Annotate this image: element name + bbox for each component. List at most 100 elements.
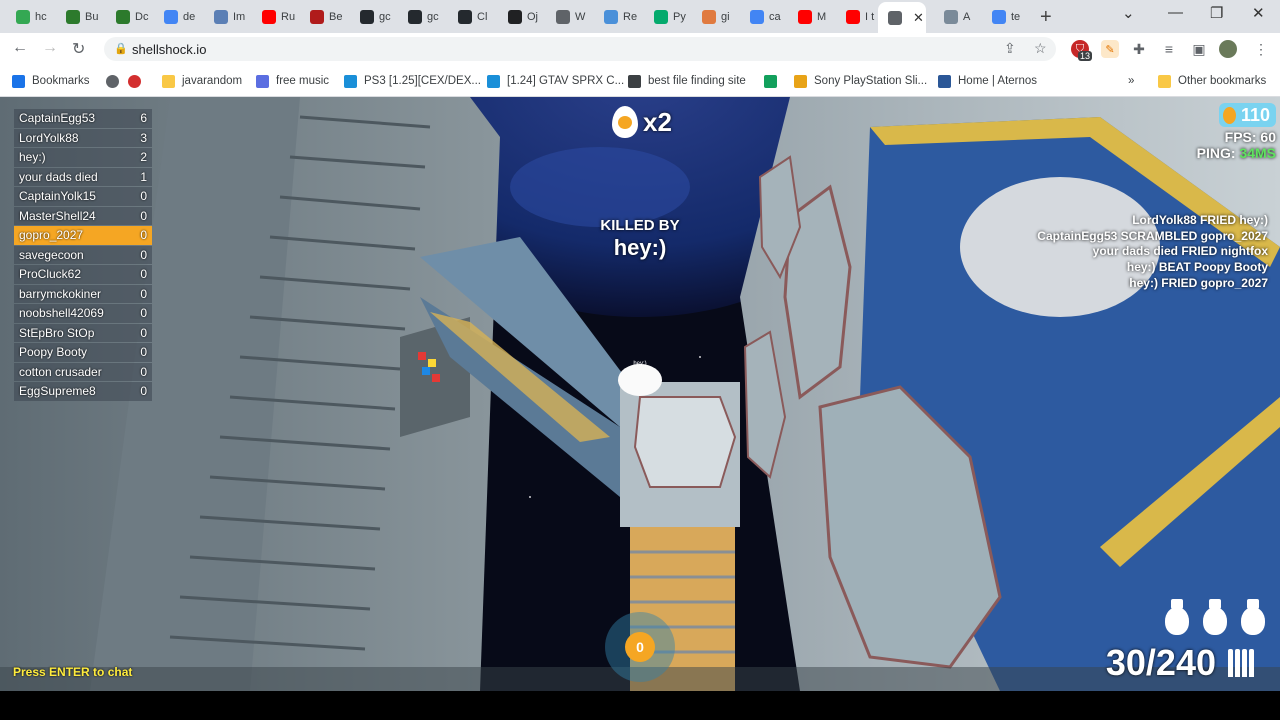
tab-search-icon[interactable]: ⌄ [1122, 4, 1135, 22]
tab-7[interactable]: gc [360, 4, 402, 30]
media-control-icon[interactable]: ≡ [1160, 40, 1178, 58]
extension-icon[interactable]: ✎ [1101, 40, 1119, 58]
player-name: hey:) [19, 150, 46, 165]
tab-8[interactable]: gc [408, 4, 450, 30]
tab-14[interactable]: gi [702, 4, 744, 30]
player-name: your dads died [19, 169, 98, 184]
game-canvas[interactable]: hey:) CaptainEgg53 6 LordYolk88 3 hey:) 2 your… [0, 97, 1280, 691]
tab-16[interactable]: M [798, 4, 840, 30]
tab-3[interactable]: de [164, 4, 206, 30]
tab-label: Dc [135, 11, 149, 23]
score-indicator: 0 [605, 612, 675, 682]
killed-by-label: KILLED BY [600, 217, 680, 234]
leaderboard-row: EggSupreme8 0 [14, 382, 152, 401]
bookmark-label: Sony PlayStation Sli... [814, 75, 928, 87]
bookmark-label: [1.24] GTAV SPRX C... [507, 75, 625, 87]
tab-11[interactable]: W [556, 4, 598, 30]
player-name: ProCluck62 [19, 267, 82, 282]
profile-avatar[interactable] [1219, 40, 1237, 58]
minimize-button[interactable]: — [1168, 4, 1183, 21]
close-window-button[interactable]: ✕ [1252, 4, 1265, 22]
tab-20[interactable]: te [992, 4, 1034, 30]
lock-icon: 🔒 [114, 43, 128, 55]
tab-label: gc [427, 11, 439, 23]
bookmark-3[interactable]: javarandom [162, 72, 242, 90]
extension-badge: 13 [1078, 51, 1093, 61]
player-score: 0 [140, 384, 147, 399]
tab-label: A [963, 11, 971, 23]
menu-kebab-icon[interactable]: ⋮ [1252, 40, 1270, 58]
leaderboard-row: StEpBro StOp 0 [14, 323, 152, 342]
tab-15[interactable]: ca [750, 4, 792, 30]
player-name: noobshell42069 [19, 306, 104, 321]
tab-label: W [575, 11, 586, 23]
egg-skull-icon [612, 106, 638, 138]
star-icon [12, 74, 25, 88]
kill-feed-entry: hey:) FRIED gopro_2027 [1129, 275, 1268, 290]
egg-currency[interactable]: 110 [1218, 103, 1276, 127]
c-icon [487, 74, 500, 88]
google-icon [164, 10, 178, 24]
player-score: 1 [140, 169, 147, 184]
player-score: 0 [140, 208, 147, 223]
leaderboard-row: MasterShell24 0 [14, 206, 152, 225]
player-score: 0 [140, 189, 147, 204]
github-icon [458, 10, 472, 24]
leaderboard-row: savegecoon 0 [14, 245, 152, 264]
grenade-icon [1200, 597, 1230, 635]
grid-icon [938, 74, 951, 88]
bookmark-star-icon[interactable]: ☆ [1034, 40, 1047, 57]
tab-5[interactable]: Ru [262, 4, 304, 30]
share-icon[interactable]: ⇪ [1004, 40, 1016, 57]
player-name: CaptainEgg53 [19, 111, 96, 126]
tab-10[interactable]: Oj [508, 4, 550, 30]
bookmark-label: Home | Aternos [958, 75, 1038, 87]
tab-9[interactable]: Cl [458, 4, 500, 30]
tab-13[interactable]: Py [654, 4, 696, 30]
player-score: 0 [140, 228, 147, 243]
tab-6[interactable]: Be [310, 4, 352, 30]
killed-by-banner: KILLED BY hey:) [540, 217, 740, 261]
tab-label: Py [673, 11, 686, 23]
fps-readout: FPS: 60 [1197, 129, 1276, 145]
briefcase-icon [628, 74, 641, 88]
tab-12[interactable]: Re [604, 4, 646, 30]
close-tab-icon[interactable]: ✕ [913, 10, 924, 26]
new-tab-button[interactable]: + [1040, 6, 1052, 29]
bookmark-8[interactable] [764, 72, 784, 90]
bookmark-1[interactable] [106, 72, 126, 90]
tab-label: Be [329, 11, 343, 23]
extensions-puzzle-icon[interactable]: ✚ [1130, 40, 1148, 58]
bookmark-6[interactable]: [1.24] GTAV SPRX C... [487, 72, 624, 90]
bookmark-5[interactable]: PS3 [1.25][CEX/DEX... [344, 72, 481, 90]
reload-icon[interactable]: ↻ [72, 39, 85, 59]
kill-feed: LordYolk88 FRIED hey:) CaptainEgg53 SCRAM… [1037, 213, 1268, 291]
golden-egg-icon [1222, 106, 1236, 124]
bookmark-2[interactable] [128, 72, 148, 90]
side-panel-icon[interactable]: ▣ [1190, 40, 1208, 58]
leaderboard-row: ProCluck62 0 [14, 265, 152, 284]
bookmark-10[interactable]: Home | Aternos [938, 72, 1037, 90]
tab-19[interactable]: A [944, 4, 986, 30]
address-bar[interactable]: 🔒 shellshock.io ⇪ ☆ [104, 37, 1056, 61]
bookmark-4[interactable]: free music [256, 72, 329, 90]
tab-2[interactable]: Dc [116, 4, 158, 30]
maximize-button[interactable]: ❐ [1210, 4, 1223, 22]
tab-1[interactable]: Bu [66, 4, 108, 30]
player-name: MasterShell24 [19, 208, 96, 223]
tab-0[interactable]: hc [16, 4, 58, 30]
more-bookmarks-chevron[interactable]: » [1128, 72, 1134, 90]
tab-18[interactable]: ✕ [878, 2, 926, 33]
bookmark-0[interactable]: Bookmarks [12, 72, 90, 90]
bookmark-11[interactable]: Other bookmarks [1158, 72, 1266, 90]
bookmark-9[interactable]: Sony PlayStation Sli... [794, 72, 927, 90]
leaderboard-row: CaptainEgg53 6 [14, 109, 152, 128]
tab-label: Ru [281, 11, 296, 23]
bookmark-7[interactable]: best file finding site [628, 72, 746, 90]
player-score: 0 [140, 306, 147, 321]
app-icon [764, 74, 777, 88]
back-arrow-icon[interactable]: ← [12, 39, 28, 57]
forward-arrow-icon[interactable]: → [42, 39, 58, 57]
tab-4[interactable]: Im [214, 4, 256, 30]
heart-icon [128, 74, 141, 88]
